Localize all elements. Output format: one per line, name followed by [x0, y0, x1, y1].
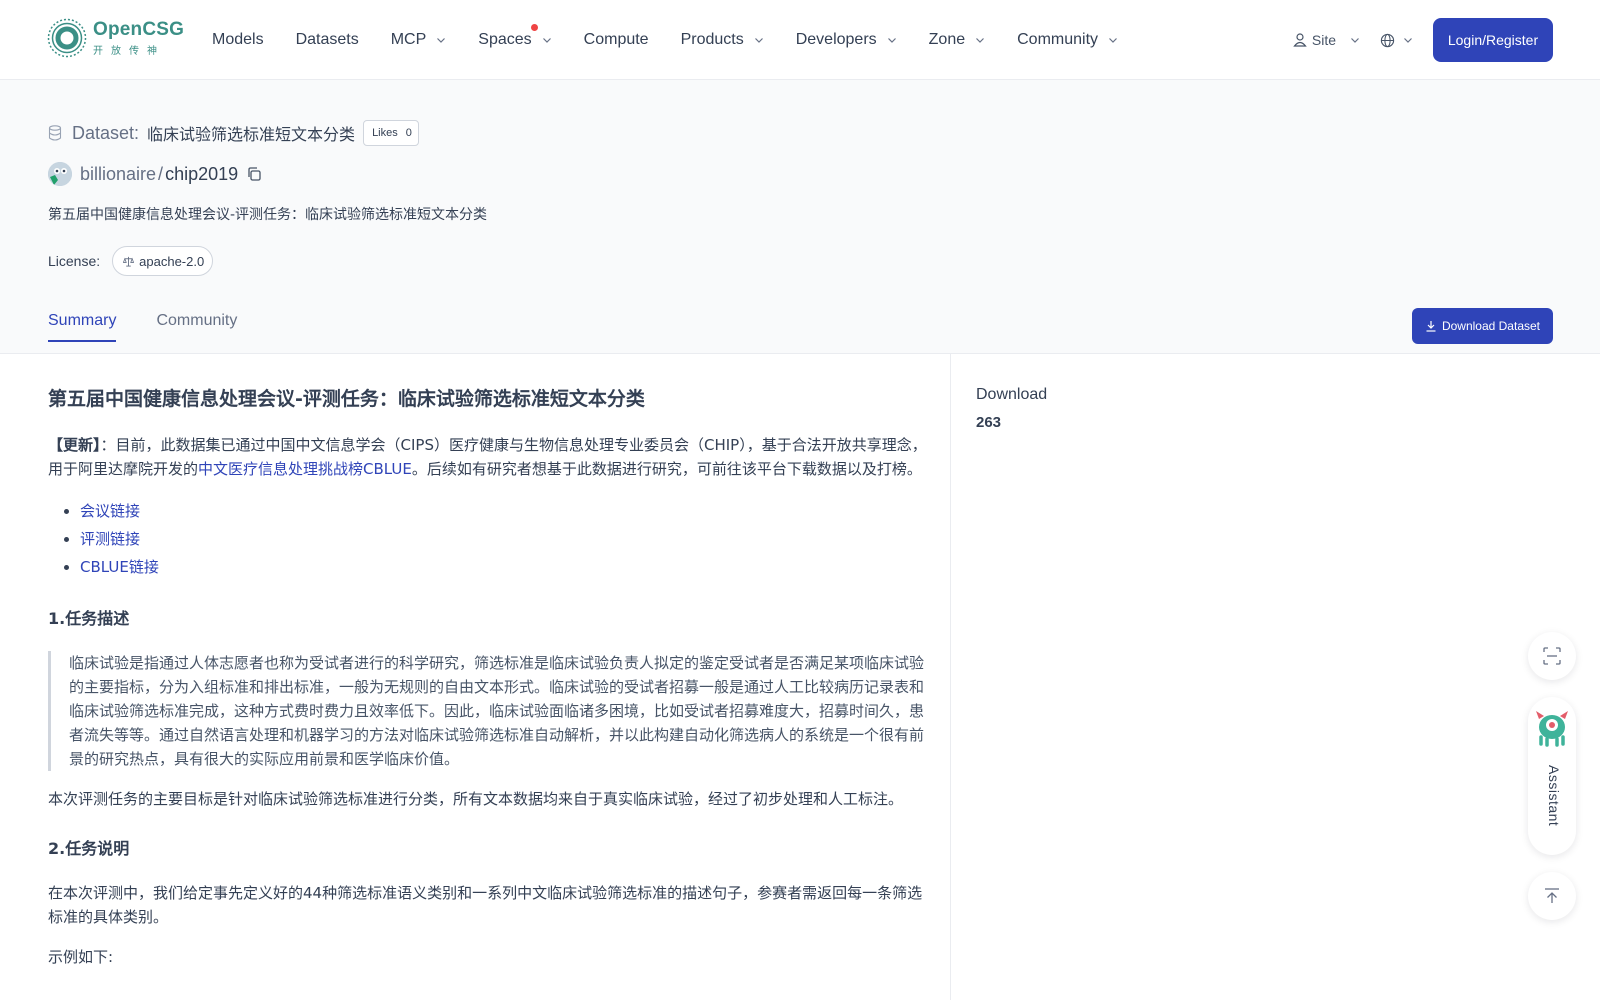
likes-button[interactable]: Likes 0 — [363, 120, 419, 146]
language-selector[interactable] — [1380, 33, 1413, 48]
opencsg-logo-icon — [47, 18, 87, 58]
reference-links: 会议链接 评测链接 CBLUE链接 — [48, 497, 930, 581]
chevron-down-icon — [1404, 38, 1412, 43]
dataset-tabs: Summary Community — [48, 312, 277, 342]
notification-dot — [530, 24, 538, 31]
download-stat-label: Download — [976, 386, 1048, 403]
brand-subtitle: 开放传神 — [93, 46, 165, 57]
brand-name: OpenCSG — [93, 19, 185, 40]
example-intro: 示例如下: — [48, 948, 114, 966]
nav-models[interactable]: Models — [212, 31, 264, 49]
screenshot-button[interactable] — [1528, 632, 1576, 680]
download-stat-count: 263 — [976, 414, 1002, 431]
chevron-down-icon — [437, 38, 446, 43]
nav-community-label: Community — [1017, 31, 1099, 48]
nav-products-label: Products — [680, 31, 744, 48]
stats-sidebar: Download 263 — [976, 386, 1047, 431]
list-item: 会议链接 — [80, 497, 930, 525]
arrow-up-to-top-icon — [1545, 888, 1559, 903]
dataset-description: 第五届中国健康信息处理会议-评测任务：临床试验筛选标准短文本分类 — [48, 207, 488, 223]
site-selector[interactable]: Site — [1292, 32, 1360, 48]
back-to-top-button[interactable] — [1528, 872, 1576, 920]
nav-compute[interactable]: Compute — [584, 31, 649, 49]
nav-mcp-label: MCP — [390, 31, 427, 48]
license-tag[interactable]: apache-2.0 — [112, 246, 214, 276]
nav-datasets-label: Datasets — [295, 31, 359, 48]
copy-icon[interactable] — [246, 166, 262, 182]
list-item: 评测链接 — [80, 525, 930, 553]
chevron-down-icon — [542, 38, 551, 43]
evaluation-link[interactable]: 评测链接 — [80, 530, 140, 548]
nav-developers[interactable]: Developers — [796, 31, 897, 49]
owner-avatar[interactable] — [48, 162, 72, 186]
readme-title: 第五届中国健康信息处理会议-评测任务：临床试验筛选标准短文本分类 — [48, 388, 645, 410]
database-icon — [48, 125, 62, 141]
assistant-button[interactable]: Assistant — [1528, 697, 1576, 855]
section-2-title: 2.任务说明 — [48, 839, 130, 858]
cblue-inline-link[interactable]: 中文医疗信息处理挑战榜CBLUE — [198, 460, 412, 478]
path-separator: / — [158, 163, 164, 184]
nav-community[interactable]: Community — [1017, 31, 1118, 49]
update-bold: 【更新】 — [48, 436, 101, 454]
chevron-down-icon — [1351, 38, 1359, 43]
nav-products[interactable]: Products — [681, 31, 764, 49]
nav-compute-label: Compute — [583, 31, 649, 48]
repo-name: chip2019 — [165, 163, 239, 184]
nav-spaces[interactable]: Spaces — [478, 24, 551, 49]
avatar-image-icon — [48, 162, 72, 186]
section-1-goal: 本次评测任务的主要目标是针对临床试验筛选标准进行分类，所有文本数据均来自于真实临… — [48, 790, 904, 808]
chevron-down-icon — [887, 38, 896, 43]
section-1-quote: 临床试验是指通过人体志愿者也称为受试者进行的科学研究，筛选标准是临床试验负责人拟… — [48, 651, 930, 771]
chevron-down-icon — [976, 38, 985, 43]
opencsg-logo[interactable]: OpenCSG 开放传神 — [47, 18, 184, 58]
chevron-down-icon — [1109, 38, 1117, 43]
list-item: CBLUE链接 — [80, 553, 930, 581]
content-divider — [950, 354, 951, 1000]
nav-models-label: Models — [212, 31, 264, 48]
login-register-button[interactable]: Login/Register — [1433, 18, 1553, 62]
top-navigation: OpenCSG 开放传神 Models Datasets MCP Spaces … — [0, 0, 1600, 80]
nav-datasets[interactable]: Datasets — [296, 31, 359, 49]
assistant-label: Assistant — [1546, 765, 1562, 827]
nav-zone[interactable]: Zone — [929, 31, 985, 49]
globe-icon — [1380, 33, 1395, 47]
update-text-2: 。后续如有研究者想基于此数据进行研究，可前往该平台下载数据以及打榜。 — [411, 460, 922, 478]
scale-icon — [123, 256, 135, 267]
likes-count: 0 — [405, 127, 412, 139]
download-icon — [1426, 321, 1436, 332]
scan-icon — [1543, 647, 1561, 665]
section-1-title: 1.任务描述 — [48, 609, 130, 628]
tab-summary[interactable]: Summary — [48, 312, 117, 342]
nav-zone-label: Zone — [928, 31, 966, 48]
owner-link[interactable]: billionaire — [80, 164, 156, 185]
download-dataset-label: Download Dataset — [1441, 319, 1540, 333]
dataset-header: Dataset: 临床试验筛选标准短文本分类 Likes 0 billionai… — [0, 80, 1600, 354]
conference-link[interactable]: 会议链接 — [80, 502, 140, 520]
section-2-text: 在本次评测中，我们给定事先定义好的44种筛选标准语义类别和一系列中文临床试验筛选… — [48, 884, 923, 926]
robot-mascot-icon — [1536, 711, 1568, 747]
user-location-icon — [1293, 33, 1307, 47]
download-dataset-button[interactable]: Download Dataset — [1411, 308, 1553, 344]
readme-content: 第五届中国健康信息处理会议-评测任务：临床试验筛选标准短文本分类 【更新】：目前… — [48, 354, 930, 1000]
license-name: apache-2.0 — [139, 253, 205, 269]
nav-mcp[interactable]: MCP — [391, 31, 447, 49]
update-paragraph: 【更新】：目前，此数据集已通过中国中文信息学会（CIPS）医疗健康与生物信息处理… — [48, 433, 930, 481]
dataset-type-label: Dataset: — [72, 122, 140, 143]
nav-developers-label: Developers — [795, 31, 877, 48]
nav-spaces-label: Spaces — [478, 31, 532, 48]
license-label: License: — [48, 253, 101, 269]
dataset-name: 临床试验筛选标准短文本分类 — [147, 125, 356, 144]
site-label: Site — [1311, 32, 1336, 48]
main-menu: Models Datasets MCP Spaces Compute Produ… — [212, 0, 1150, 80]
cblue-link[interactable]: CBLUE链接 — [80, 558, 159, 576]
chevron-down-icon — [754, 38, 763, 43]
tab-community[interactable]: Community — [156, 312, 237, 342]
likes-label: Likes — [372, 127, 398, 139]
